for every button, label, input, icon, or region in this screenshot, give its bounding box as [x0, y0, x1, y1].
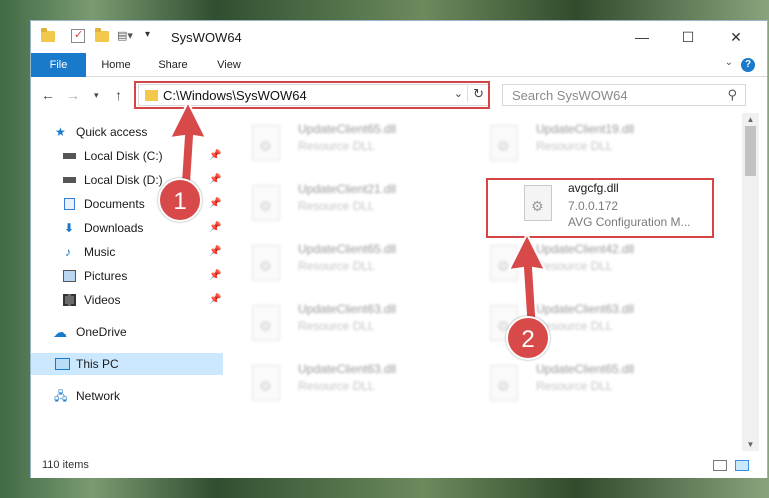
sidebar-item-label: Local Disk (C:)	[84, 149, 163, 163]
file-type: Resource DLL	[298, 139, 375, 153]
pin-icon[interactable]: 📌	[209, 289, 221, 311]
tab-view[interactable]: View	[205, 53, 253, 77]
sidebar-item-onedrive[interactable]: ☁ OneDrive	[31, 321, 223, 343]
sidebar-item-label: Pictures	[84, 269, 128, 283]
file-highlight-box	[486, 178, 714, 238]
sidebar-item-pictures[interactable]: Pictures 📌	[31, 265, 223, 287]
sidebar-item-label: Music	[84, 245, 116, 259]
file-type: Resource DLL	[298, 319, 375, 333]
file-name: UpdateClient65.dll	[298, 242, 397, 256]
videos-icon	[63, 294, 76, 306]
scroll-down-arrow-icon[interactable]: ▼	[742, 440, 759, 449]
file-tile[interactable]: UpdateClient63.dll Resource DLL	[228, 297, 448, 353]
new-folder-icon[interactable]	[95, 28, 109, 42]
vertical-scrollbar[interactable]: ▲ ▼	[742, 113, 759, 451]
tiles-view-icon[interactable]	[735, 460, 749, 471]
properties-icon[interactable]: ✓	[71, 29, 85, 43]
file-name: UpdateClient65.dll	[536, 362, 635, 376]
file-tile[interactable]: UpdateClient63.dll Resource DLL	[466, 297, 686, 353]
sidebar-item-videos[interactable]: Videos 📌	[31, 289, 223, 311]
pin-icon[interactable]: 📌	[209, 241, 221, 263]
pin-icon[interactable]: 📌	[209, 265, 221, 287]
search-icon[interactable]: ⚲	[727, 87, 737, 103]
file-tile[interactable]: UpdateClient65.dll Resource DLL	[228, 237, 448, 293]
ribbon: File Home Share View ⌄ ?	[31, 53, 767, 77]
drive-icon	[63, 153, 76, 159]
recent-locations-icon[interactable]: ▾	[94, 90, 99, 101]
scrollbar-thumb[interactable]	[745, 126, 756, 176]
folder-icon	[41, 28, 55, 42]
file-tile[interactable]: UpdateClient42.dll Resource DLL	[466, 237, 686, 293]
expand-ribbon-icon[interactable]: ⌄	[725, 57, 733, 68]
file-name: UpdateClient63.dll	[298, 362, 397, 376]
sidebar-item-this-pc[interactable]: This PC	[31, 353, 223, 375]
search-input[interactable]: Search SysWOW64 ⚲	[502, 84, 746, 106]
dll-file-icon	[490, 365, 518, 401]
pin-icon[interactable]: 📌	[209, 217, 221, 239]
file-name: UpdateClient19.dll	[536, 122, 635, 136]
file-type: Resource DLL	[298, 259, 375, 273]
file-type: Resource DLL	[298, 379, 375, 393]
scroll-up-arrow-icon[interactable]: ▲	[742, 115, 759, 124]
tab-file[interactable]: File	[31, 53, 86, 77]
maximize-button[interactable]: ☐	[665, 21, 711, 53]
tab-home[interactable]: Home	[91, 53, 141, 77]
step-badge-1: 1	[158, 178, 202, 222]
step-badge-2: 2	[506, 316, 550, 360]
tab-share[interactable]: Share	[147, 53, 199, 77]
help-icon[interactable]: ?	[741, 58, 755, 72]
star-icon: ★	[55, 125, 66, 139]
quick-access-dropdown-icon[interactable]: ▾	[145, 29, 159, 43]
dll-file-icon	[252, 305, 280, 341]
dll-file-icon	[252, 245, 280, 281]
dll-file-icon	[252, 125, 280, 161]
documents-icon	[64, 198, 75, 210]
details-view-icon[interactable]	[713, 460, 727, 471]
computer-icon	[55, 358, 70, 370]
status-bar: 110 items	[31, 452, 767, 478]
close-button[interactable]: ✕	[713, 21, 759, 53]
customize-quick-access-icon[interactable]: ▤▾	[117, 29, 133, 43]
sidebar-item-label: Network	[76, 389, 121, 403]
title-bar: ✓ ▤▾ ▾ SysWOW64 — ☐ ✕	[31, 21, 767, 53]
forward-button[interactable]: →	[66, 87, 80, 103]
file-tile[interactable]: UpdateClient65.dll Resource DLL	[228, 117, 448, 173]
file-tile[interactable]: UpdateClient63.dll Resource DLL	[228, 357, 448, 413]
pictures-icon	[63, 270, 76, 282]
dll-file-icon	[490, 125, 518, 161]
download-icon: ⬇	[64, 221, 75, 235]
file-tile[interactable]: UpdateClient65.dll Resource DLL	[466, 357, 686, 413]
file-name: UpdateClient63.dll	[298, 302, 397, 316]
sidebar-item-label: Downloads	[84, 221, 144, 235]
sidebar-item-label: Videos	[84, 293, 121, 307]
sidebar-item-downloads[interactable]: ⬇ Downloads 📌	[31, 217, 223, 239]
back-button[interactable]: ←	[41, 87, 55, 103]
sidebar-item-network[interactable]: 🖧 Network	[31, 385, 223, 407]
sidebar-item-music[interactable]: ♪ Music 📌	[31, 241, 223, 263]
sidebar-item-label: Documents	[84, 197, 145, 211]
dll-file-icon	[252, 185, 280, 221]
sidebar-item-label: OneDrive	[76, 325, 127, 339]
music-icon: ♪	[65, 245, 71, 259]
dll-file-icon	[252, 365, 280, 401]
file-name: UpdateClient65.dll	[298, 122, 397, 136]
window-title: SysWOW64	[171, 30, 242, 45]
drive-icon	[63, 177, 76, 183]
file-type: Resource DLL	[536, 379, 613, 393]
cloud-icon: ☁	[53, 324, 67, 340]
file-name: UpdateClient21.dll	[298, 182, 397, 196]
search-placeholder: Search SysWOW64	[512, 88, 628, 103]
file-tile[interactable]: UpdateClient19.dll Resource DLL	[466, 117, 686, 173]
file-type: Resource DLL	[536, 139, 613, 153]
sidebar-item-label: Quick access	[76, 125, 148, 139]
file-tile[interactable]: UpdateClient21.dll Resource DLL	[228, 177, 448, 233]
item-count: 110 items	[42, 459, 89, 471]
network-icon: 🖧	[54, 389, 68, 403]
file-type: Resource DLL	[298, 199, 375, 213]
sidebar-item-label: This PC	[76, 357, 119, 371]
file-list: UpdateClient65.dll Resource DLL UpdateCl…	[228, 113, 742, 451]
minimize-button[interactable]: —	[619, 21, 665, 53]
up-button[interactable]: ↑	[115, 87, 122, 103]
sidebar-item-label: Local Disk (D:)	[84, 173, 163, 187]
